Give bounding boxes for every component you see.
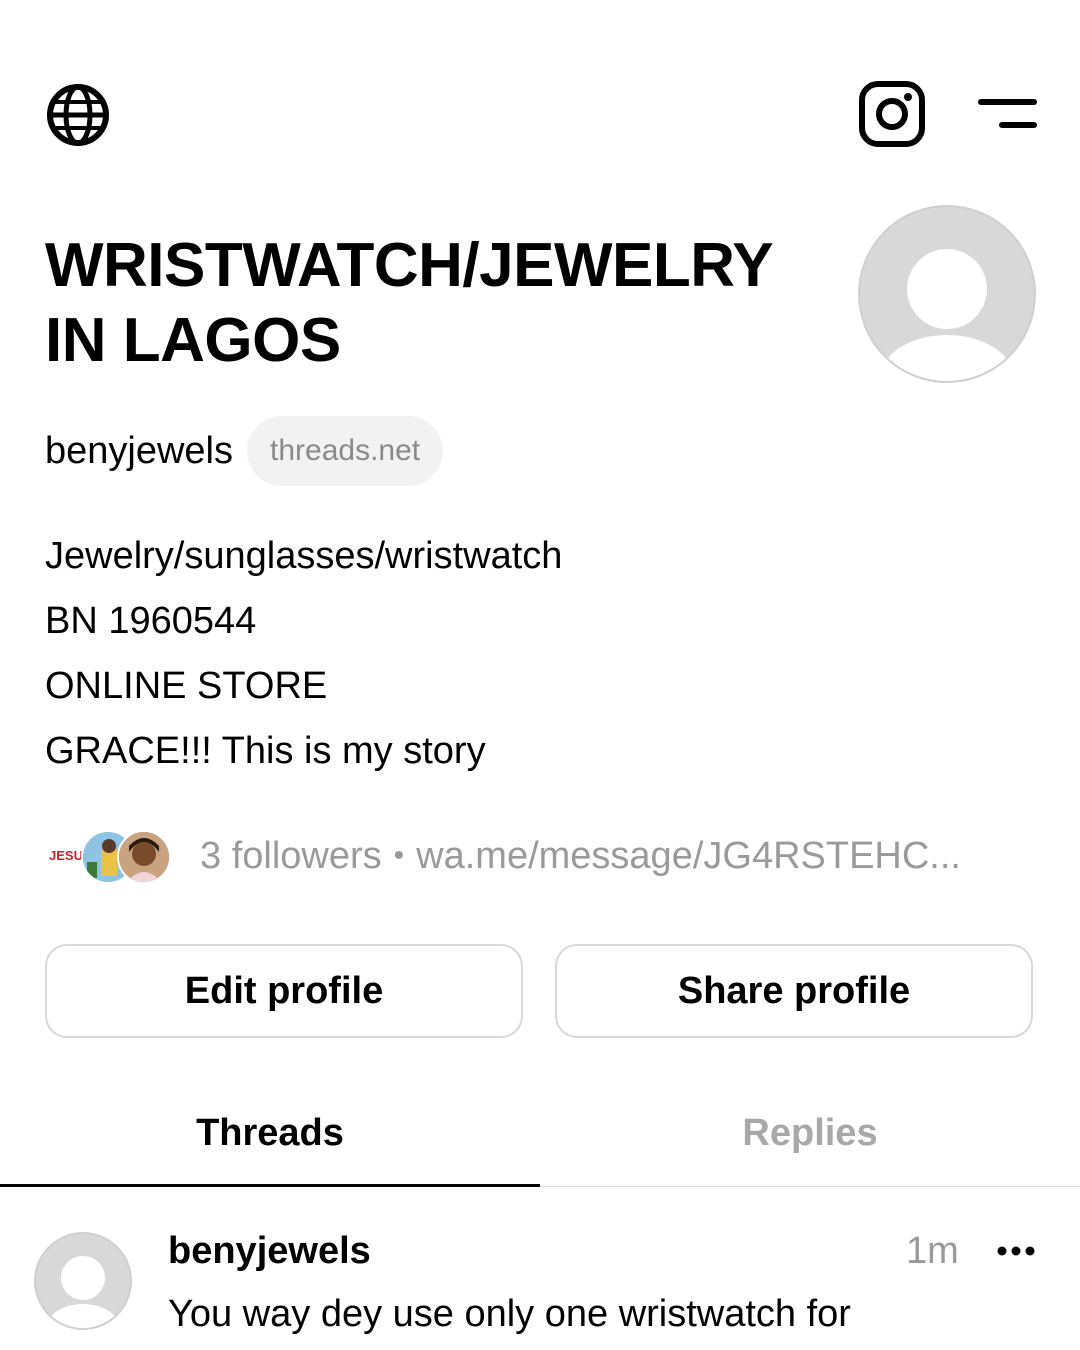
- follower-avatar-text: JESU: [49, 848, 83, 863]
- post-author[interactable]: benyjewels: [168, 1225, 371, 1277]
- profile-link[interactable]: wa.me/message/JG4RSTEHC...: [416, 835, 961, 877]
- globe-icon[interactable]: [45, 82, 111, 148]
- post-text: You way dey use only one wristwatch for: [168, 1293, 851, 1335]
- followers-line: 3 followers • wa.me/message/JG4RSTEHC...: [200, 830, 1040, 882]
- edit-profile-button[interactable]: Edit profile: [45, 944, 523, 1038]
- profile-handle: benyjewels: [45, 430, 233, 472]
- profile-name: WRISTWATCH/JEWELRY IN LAGOS: [45, 228, 845, 378]
- more-options-icon[interactable]: [996, 1238, 1036, 1264]
- follower-avatar-image: [119, 832, 169, 882]
- post-timestamp: 1m: [906, 1230, 959, 1272]
- profile-bio: Jewelry/sunglasses/wristwatch BN 1960544…: [45, 524, 1025, 784]
- tab-threads[interactable]: Threads: [0, 1100, 540, 1166]
- profile-name-line-1: WRISTWATCH/JEWELRY: [45, 231, 774, 300]
- follower-avatar: [117, 830, 171, 884]
- active-tab-indicator: [0, 1184, 540, 1187]
- menu-icon[interactable]: [978, 96, 1038, 132]
- bio-line: BN 1960544: [45, 600, 257, 642]
- bio-line: Jewelry/sunglasses/wristwatch: [45, 535, 563, 577]
- bio-line: GRACE!!! This is my story: [45, 730, 486, 772]
- share-profile-button[interactable]: Share profile: [555, 944, 1033, 1038]
- tab-replies[interactable]: Replies: [540, 1100, 1080, 1166]
- instagram-icon[interactable]: [858, 80, 926, 148]
- bio-line: ONLINE STORE: [45, 665, 328, 707]
- post-author-avatar[interactable]: [34, 1232, 132, 1330]
- domain-badge[interactable]: threads.net: [247, 416, 444, 486]
- separator-dot: •: [393, 839, 405, 872]
- profile-name-line-2: IN LAGOS: [45, 306, 341, 375]
- followers-count[interactable]: 3 followers: [200, 835, 382, 877]
- profile-avatar[interactable]: [858, 205, 1036, 383]
- handle-row: benyjewels threads.net: [45, 416, 444, 486]
- follower-avatars[interactable]: JESU: [45, 830, 175, 884]
